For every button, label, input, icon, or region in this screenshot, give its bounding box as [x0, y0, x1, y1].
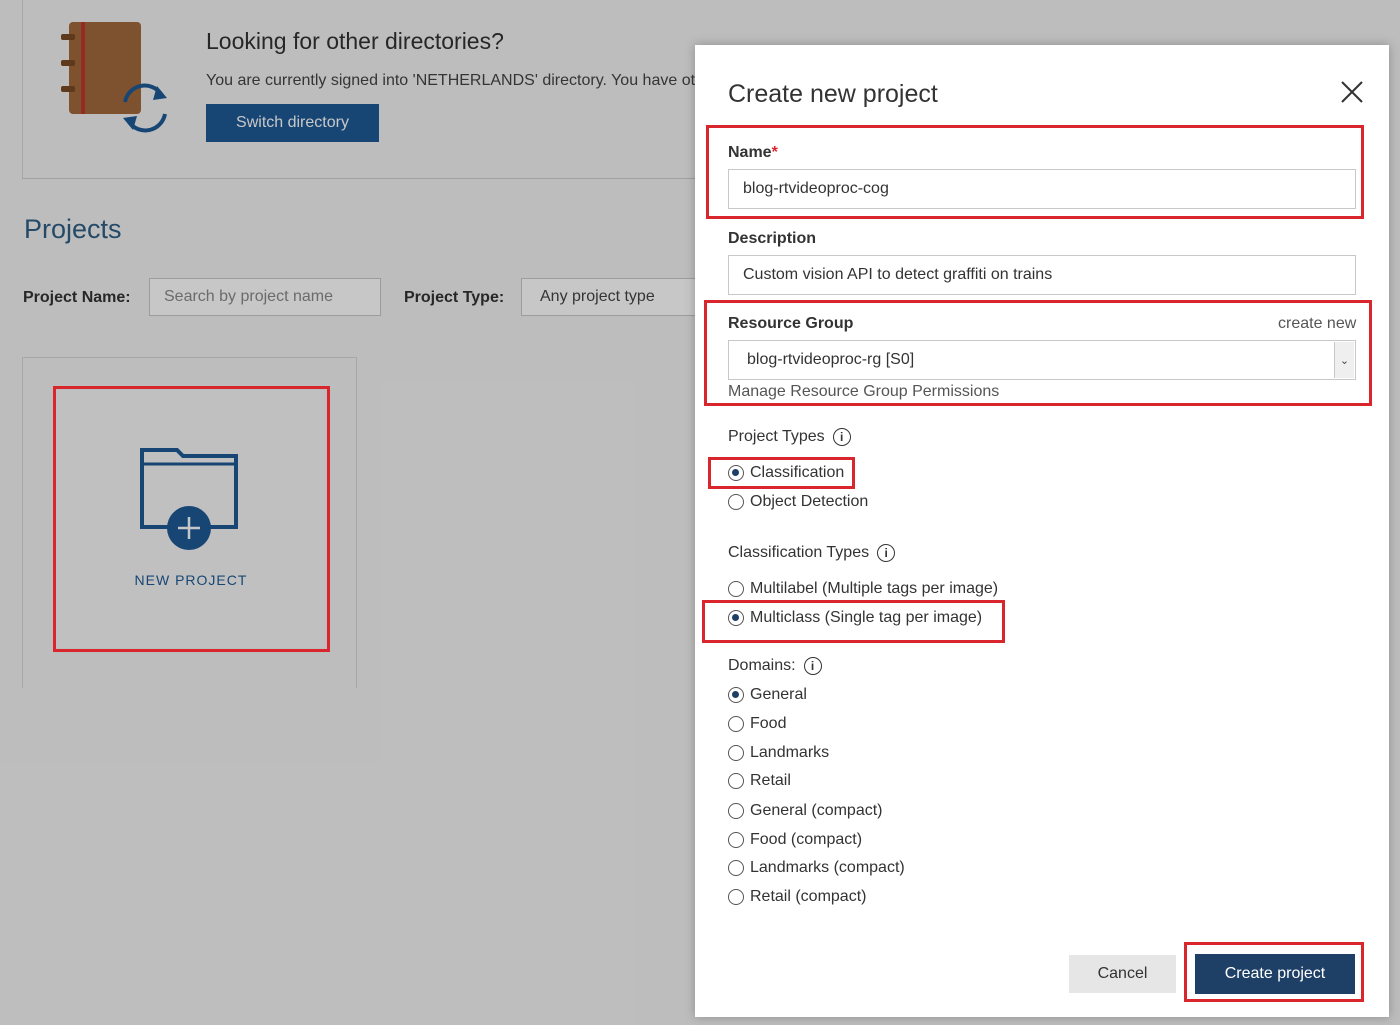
name-field[interactable]: blog-rtvideoproc-cog	[728, 169, 1356, 209]
resource-group-select[interactable]: blog-rtvideoproc-rg [S0] ⌄	[728, 340, 1356, 380]
radio-classification[interactable]: Classification	[728, 462, 844, 484]
radio-label: Multiclass (Single tag per image)	[750, 609, 983, 626]
radio-button[interactable]	[728, 803, 744, 819]
radio-button[interactable]	[728, 860, 744, 876]
domains-text: Domains:	[728, 657, 796, 675]
info-icon[interactable]: i	[877, 544, 896, 562]
radio-object-detection[interactable]: Object Detection	[728, 491, 868, 513]
chevron-down-icon[interactable]: ⌄	[1334, 342, 1354, 378]
create-project-button[interactable]: Create project	[1195, 954, 1355, 994]
radio-domain-general-compact[interactable]: General (compact)	[728, 800, 883, 822]
radio-label: Food (compact)	[750, 831, 863, 848]
radio-domain-retail[interactable]: Retail	[728, 770, 791, 792]
radio-multilabel[interactable]: Multilabel (Multiple tags per image)	[728, 578, 998, 600]
resource-group-label: Resource Group	[728, 315, 854, 332]
radio-domain-landmarks[interactable]: Landmarks	[728, 742, 829, 764]
create-new-link[interactable]: create new	[1278, 315, 1356, 333]
resource-group-selected: blog-rtvideoproc-rg [S0]	[747, 351, 915, 368]
radio-label: Landmarks (compact)	[750, 859, 905, 876]
project-types-label: Project Types i	[728, 428, 851, 446]
radio-domain-food[interactable]: Food	[728, 713, 786, 735]
radio-label: Object Detection	[750, 493, 869, 510]
radio-label: Retail	[750, 772, 791, 789]
radio-label: Food	[750, 715, 787, 732]
classification-types-label: Classification Types i	[728, 544, 896, 562]
radio-button[interactable]	[728, 610, 744, 626]
manage-permissions-link[interactable]: Manage Resource Group Permissions	[728, 383, 999, 401]
radio-multiclass[interactable]: Multiclass (Single tag per image)	[728, 607, 982, 629]
create-project-dialog: Create new project Name* blog-rtvideopro…	[695, 45, 1389, 1017]
domains-label: Domains: i	[728, 657, 822, 675]
description-field[interactable]: Custom vision API to detect graffiti on …	[728, 255, 1356, 295]
name-label-text: Name	[728, 144, 772, 161]
required-mark: *	[771, 144, 778, 161]
radio-button[interactable]	[728, 832, 744, 848]
radio-button[interactable]	[728, 889, 744, 905]
radio-domain-food-compact[interactable]: Food (compact)	[728, 829, 862, 851]
classification-types-text: Classification Types	[728, 544, 870, 562]
radio-label: Landmarks	[750, 744, 830, 761]
radio-label: General	[750, 686, 807, 703]
radio-label: Retail (compact)	[750, 888, 867, 905]
description-label: Description	[728, 230, 817, 247]
radio-domain-retail-compact[interactable]: Retail (compact)	[728, 886, 866, 908]
radio-button[interactable]	[728, 494, 744, 510]
project-types-text: Project Types	[728, 428, 825, 446]
radio-label: Classification	[750, 464, 845, 481]
dialog-title: Create new project	[728, 80, 938, 108]
radio-domain-general[interactable]: General	[728, 684, 807, 706]
cancel-button[interactable]: Cancel	[1069, 955, 1176, 993]
info-icon[interactable]: i	[832, 428, 851, 446]
radio-button[interactable]	[728, 465, 744, 481]
radio-button[interactable]	[728, 773, 744, 789]
info-icon[interactable]: i	[803, 657, 822, 675]
radio-domain-landmarks-compact[interactable]: Landmarks (compact)	[728, 857, 905, 879]
close-icon[interactable]	[1339, 79, 1365, 105]
radio-label: Multilabel (Multiple tags per image)	[750, 580, 999, 597]
radio-label: General (compact)	[750, 802, 883, 819]
radio-button[interactable]	[728, 581, 744, 597]
radio-button[interactable]	[728, 687, 744, 703]
radio-button[interactable]	[728, 716, 744, 732]
radio-button[interactable]	[728, 745, 744, 761]
name-label: Name*	[728, 144, 778, 162]
